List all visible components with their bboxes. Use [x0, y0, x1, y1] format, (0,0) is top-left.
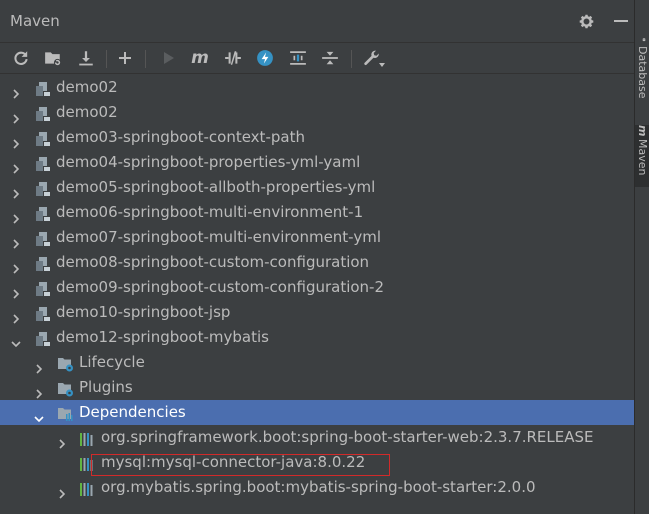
toolbar-separator	[145, 50, 146, 68]
chevron-right-icon[interactable]	[11, 232, 21, 249]
tree-row-label: demo12-springboot-mybatis	[56, 328, 269, 346]
tree-row-node[interactable]: Lifecycle	[0, 350, 634, 375]
tree-row-module[interactable]: demo12-springboot-mybatis	[0, 325, 634, 350]
library-icon	[79, 430, 95, 446]
run-icon[interactable]	[158, 48, 178, 68]
maven-module-icon	[35, 280, 51, 296]
tree-row-module[interactable]: demo07-springboot-multi-environment-yml	[0, 225, 634, 250]
execute-goal-label: m	[191, 48, 209, 68]
tree-row-label: Lifecycle	[79, 353, 145, 371]
collapse-all-icon[interactable]	[320, 48, 340, 68]
chevron-right-icon[interactable]	[11, 82, 21, 99]
execute-goal-icon[interactable]: m	[190, 48, 210, 68]
tab-database-label: Database	[636, 45, 649, 99]
tab-maven-label: Maven	[636, 139, 649, 176]
database-icon	[642, 38, 646, 42]
maven-module-icon	[35, 230, 51, 246]
library-icon	[79, 480, 95, 496]
maven-module-icon	[35, 130, 51, 146]
tool-window-title: Maven	[10, 12, 60, 30]
tree-row-label: org.mybatis.spring.boot:mybatis-spring-b…	[101, 478, 536, 496]
reload-icon[interactable]	[11, 48, 31, 68]
tree-row-label: demo07-springboot-multi-environment-yml	[56, 228, 381, 246]
chevron-right-icon[interactable]	[11, 282, 21, 299]
chevron-down-icon[interactable]	[11, 332, 21, 348]
lifecycle-folder-icon	[57, 355, 73, 372]
tree-row-label: demo05-springboot-allboth-properties-yml	[56, 178, 376, 196]
tree-row-module[interactable]: demo10-springboot-jsp	[0, 300, 634, 325]
chevron-right-icon[interactable]	[11, 207, 21, 224]
chevron-right-icon[interactable]	[11, 132, 21, 149]
chevron-right-icon[interactable]	[11, 107, 21, 124]
chevron-right-icon[interactable]	[57, 432, 67, 449]
tree-row-label: org.springframework.boot:spring-boot-sta…	[101, 428, 594, 446]
chevron-right-icon[interactable]	[57, 482, 67, 499]
toggle-offline-icon[interactable]	[223, 48, 243, 68]
maven-module-icon	[35, 305, 51, 321]
tree-row-label: demo02	[56, 78, 118, 96]
skip-tests-icon[interactable]	[255, 48, 275, 68]
tool-window-header: Maven	[0, 0, 634, 43]
tree-row-label: demo03-springboot-context-path	[56, 128, 305, 146]
chevron-right-icon[interactable]	[34, 382, 44, 399]
tree-row-label: demo08-springboot-custom-configuration	[56, 253, 370, 271]
dependencies-folder-icon	[57, 405, 73, 421]
add-maven-project-icon[interactable]	[43, 48, 63, 68]
chevron-right-icon[interactable]	[11, 257, 21, 274]
maven-toolbar: m	[0, 43, 634, 74]
tree-row-node[interactable]: Dependencies	[0, 400, 634, 425]
tree-row-dependency[interactable]: org.mybatis.spring.boot:mybatis-spring-b…	[0, 475, 634, 500]
show-dependencies-icon[interactable]	[288, 48, 308, 68]
maven-project-tree: demo02 demo02 demo03-springboot-context-pa…	[0, 74, 634, 514]
tree-row-label: demo10-springboot-jsp	[56, 303, 231, 321]
maven-module-icon	[35, 205, 51, 221]
tree-row-node[interactable]: Plugins	[0, 375, 634, 400]
toolbar-separator	[106, 50, 107, 68]
maven-module-icon	[35, 155, 51, 171]
highlight-annotation-box	[91, 454, 390, 476]
tree-row-module[interactable]: demo04-springboot-properties-yml-yaml	[0, 150, 634, 175]
tab-database[interactable]: Database	[635, 38, 649, 98]
maven-module-icon	[35, 255, 51, 271]
tree-row-dependency[interactable]: org.springframework.boot:spring-boot-sta…	[0, 425, 634, 450]
tree-row-module[interactable]: demo06-springboot-multi-environment-1	[0, 200, 634, 225]
tree-row-label: demo09-springboot-custom-configuration-2	[56, 278, 385, 296]
tree-row-module[interactable]: demo02	[0, 100, 634, 125]
tree-row-label: demo04-springboot-properties-yml-yaml	[56, 153, 361, 171]
chevron-right-icon[interactable]	[11, 307, 21, 324]
tree-row-module[interactable]: demo03-springboot-context-path	[0, 125, 634, 150]
download-icon[interactable]	[76, 48, 96, 68]
minimize-icon[interactable]	[614, 20, 628, 22]
tree-row-module[interactable]: demo02	[0, 75, 634, 100]
maven-tool-window: Maven m demo02 demo02 demo03-springboot-…	[0, 0, 634, 514]
chevron-right-icon[interactable]	[11, 157, 21, 174]
tree-row-module[interactable]: demo08-springboot-custom-configuration	[0, 250, 634, 275]
tree-row-module[interactable]: demo05-springboot-allboth-properties-yml	[0, 175, 634, 200]
tree-row-label: demo06-springboot-multi-environment-1	[56, 203, 364, 221]
chevron-down-icon[interactable]	[34, 407, 44, 423]
gear-icon[interactable]	[578, 13, 595, 30]
plus-icon[interactable]	[115, 48, 135, 68]
maven-module-icon	[35, 330, 51, 346]
maven-module-icon	[35, 105, 51, 121]
maven-tab-icon: m	[636, 125, 649, 137]
tab-maven[interactable]: m Maven	[635, 125, 649, 187]
right-tool-strip: Database m Maven	[634, 0, 649, 514]
tree-row-label: Dependencies	[79, 403, 186, 421]
chevron-right-icon[interactable]	[11, 182, 21, 199]
toolbar-separator	[351, 50, 352, 68]
tree-row-label: Plugins	[79, 378, 133, 396]
tree-row-label: demo02	[56, 103, 118, 121]
plugins-folder-icon	[57, 380, 73, 397]
maven-module-icon	[35, 180, 51, 196]
tree-row-module[interactable]: demo09-springboot-custom-configuration-2	[0, 275, 634, 300]
wrench-icon[interactable]	[362, 48, 385, 68]
chevron-right-icon[interactable]	[34, 357, 44, 374]
maven-module-icon	[35, 80, 51, 96]
